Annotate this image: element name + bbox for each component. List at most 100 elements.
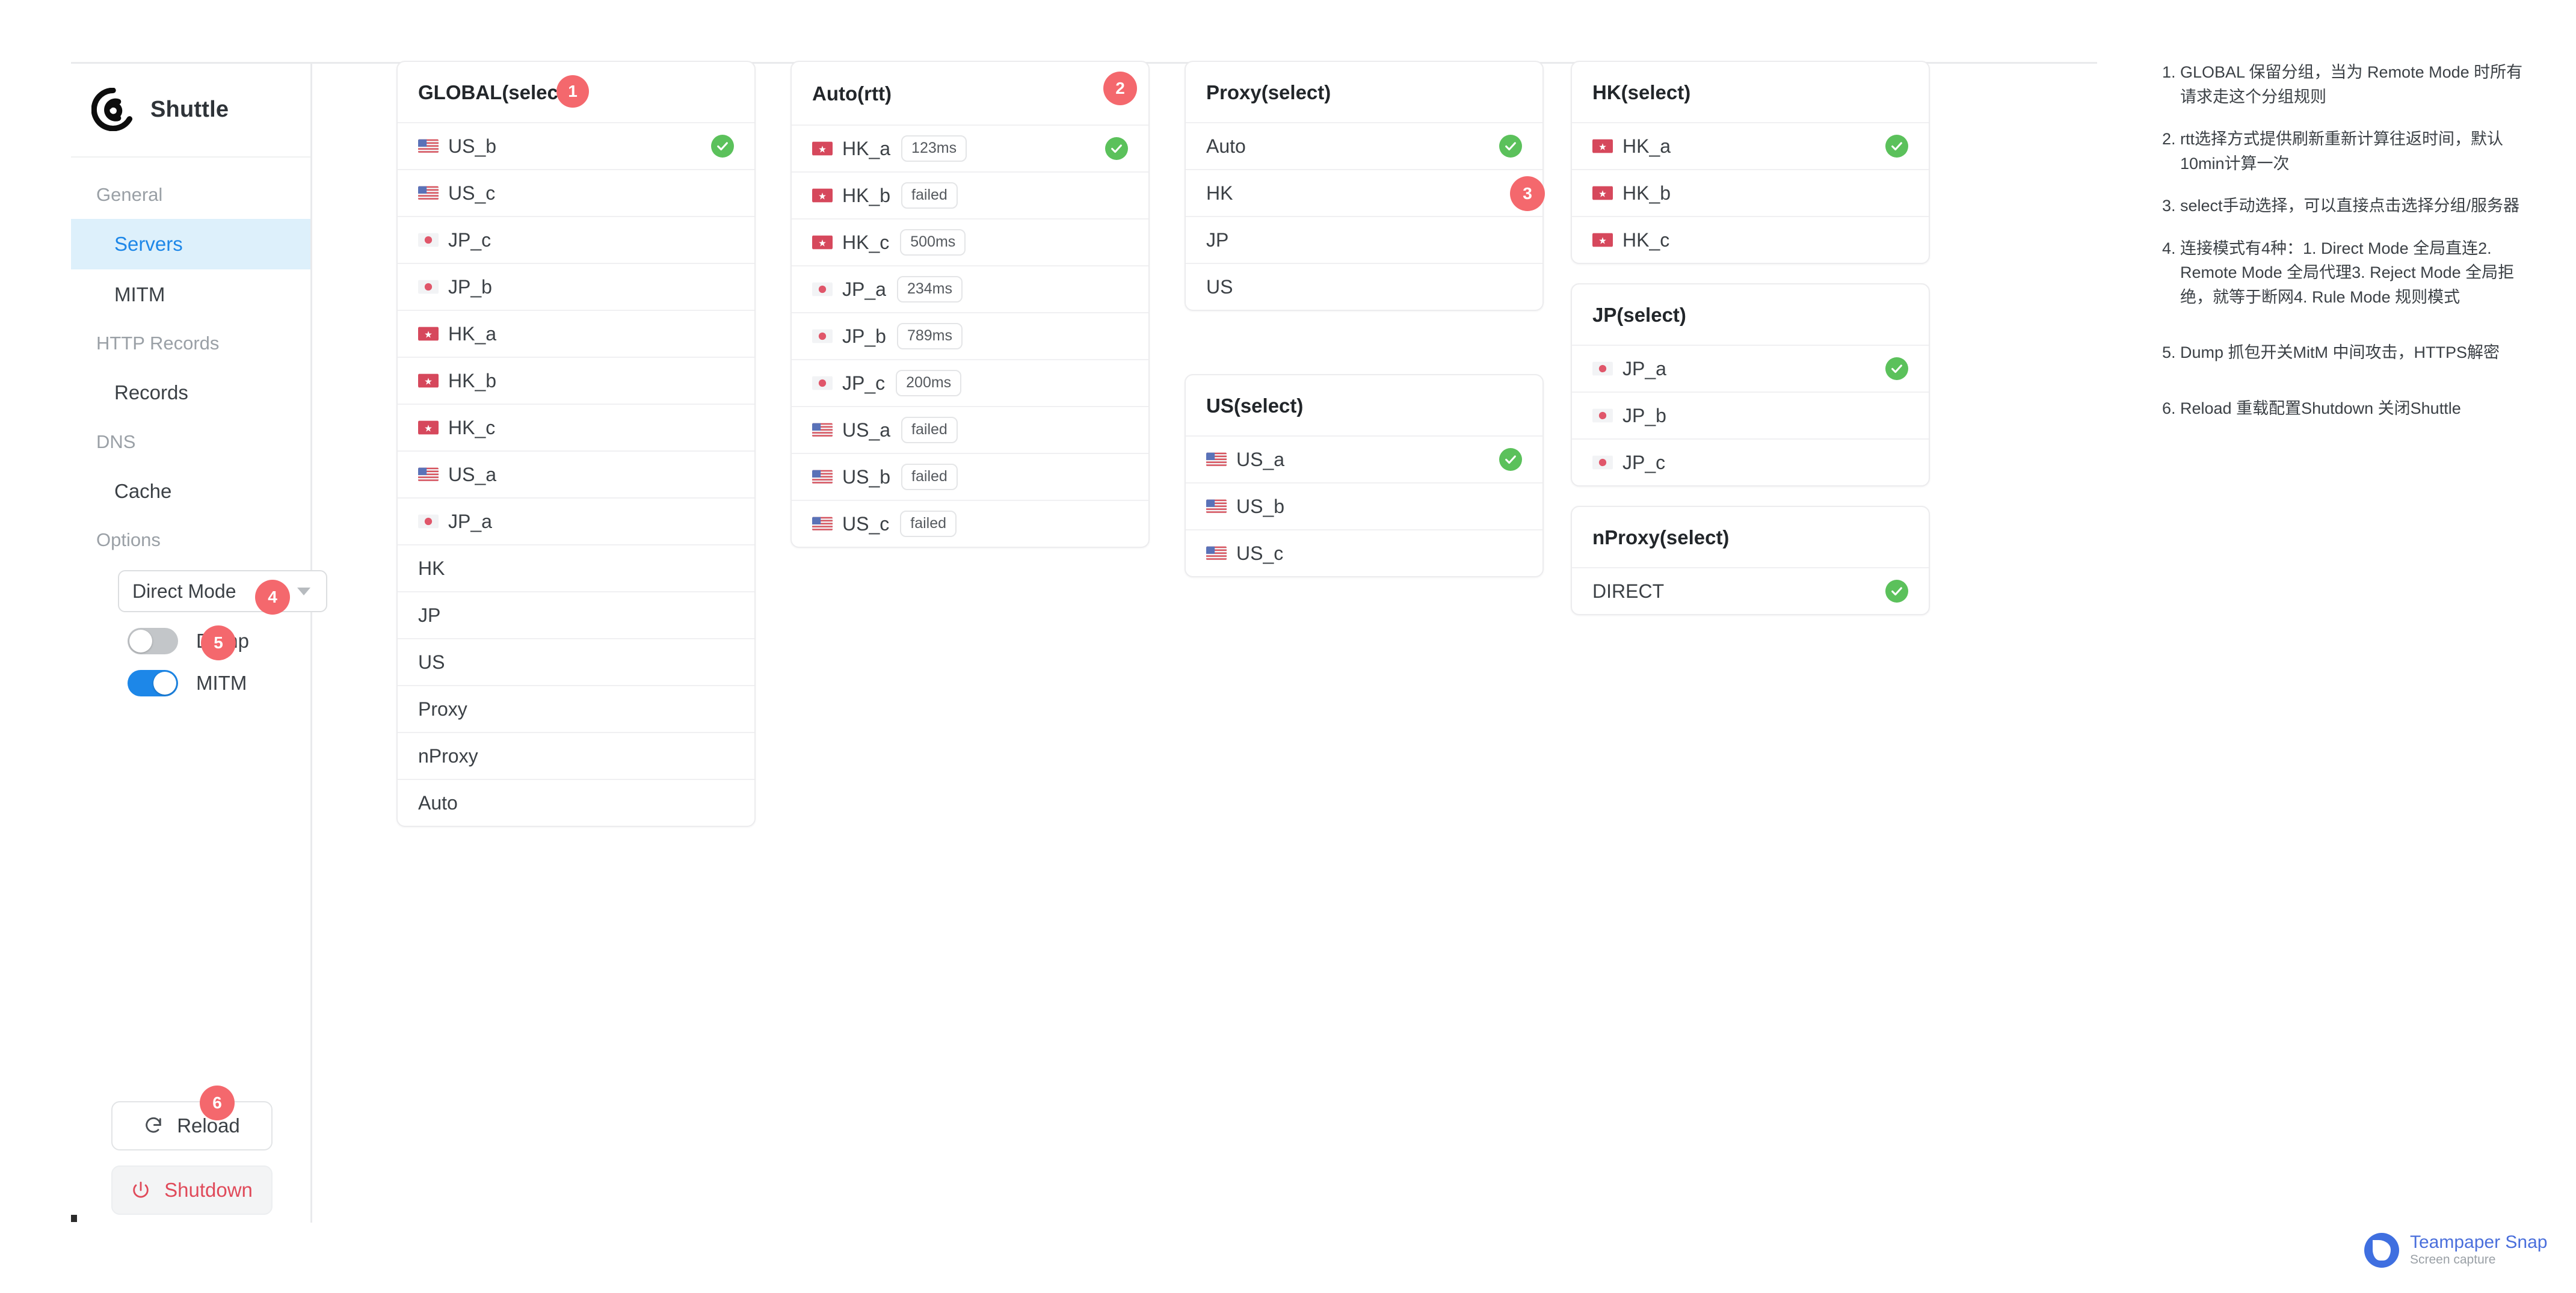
reload-button[interactable]: Reload: [111, 1101, 273, 1150]
latency-badge: failed: [901, 182, 958, 209]
sidebar-nav: General Servers MITM HTTP Records Record…: [71, 158, 310, 696]
teampaper-logo-icon: [2364, 1233, 2399, 1268]
power-icon: [131, 1180, 151, 1200]
card-nproxy-rows: DIRECT: [1572, 567, 1929, 614]
flag-jp-icon: [1592, 455, 1613, 470]
server-row[interactable]: HK_b: [1572, 169, 1929, 216]
server-row[interactable]: HK_c: [1572, 216, 1929, 263]
server-row-label: HK_c: [842, 232, 889, 254]
server-row[interactable]: US_bfailed: [792, 453, 1148, 500]
brand-header: Shuttle: [71, 64, 310, 158]
card-auto-title-bar: Auto(rtt) 2: [792, 62, 1148, 124]
card-jp-rows: JP_aJP_b JP_c: [1572, 345, 1929, 485]
flag-hk-icon: [418, 373, 439, 388]
server-row[interactable]: US_a: [398, 450, 754, 497]
sidebar-item-servers[interactable]: Servers: [71, 219, 310, 269]
server-row-label: nProxy: [418, 745, 478, 767]
sidebar-item-cache[interactable]: Cache: [71, 466, 310, 517]
note-item-1: GLOBAL 保留分组，当为 Remote Mode 时所有请求走这个分组规则: [2180, 60, 2527, 109]
shutdown-button[interactable]: Shutdown: [111, 1166, 273, 1215]
selected-check-icon: [1885, 135, 1908, 158]
server-row[interactable]: US_cfailed: [792, 500, 1148, 547]
latency-badge: 500ms: [900, 229, 966, 256]
flag-us-icon: [812, 517, 833, 531]
server-row-label: JP_c: [1622, 452, 1665, 474]
server-row[interactable]: HK_c: [398, 404, 754, 450]
flag-hk-icon: [1592, 233, 1613, 247]
shutdown-button-label: Shutdown: [164, 1179, 253, 1202]
card-global-rows: US_b US_c JP_c JP_bHK_a HK_b HK_cUS_a JP_a HKJP…: [398, 122, 754, 826]
refresh-icon: [143, 1116, 164, 1136]
server-row[interactable]: HK_a123ms: [792, 124, 1148, 171]
sidebar-item-records[interactable]: Records: [71, 367, 310, 418]
card-global-title: GLOBAL(select): [418, 81, 572, 104]
selected-check-icon: [1105, 137, 1128, 160]
annotation-notes: GLOBAL 保留分组，当为 Remote Mode 时所有请求走这个分组规则 …: [2154, 60, 2527, 438]
flag-us-icon: [418, 467, 439, 482]
nav-section-general: General: [71, 171, 310, 219]
server-row[interactable]: HK: [398, 544, 754, 591]
latency-badge: failed: [901, 417, 958, 443]
server-row[interactable]: HK_bfailed: [792, 171, 1148, 218]
server-row-label: US_a: [1236, 449, 1284, 471]
server-row[interactable]: HK_b: [398, 357, 754, 404]
mitm-toggle[interactable]: [128, 670, 178, 696]
server-row-label: JP_c: [448, 229, 491, 251]
server-row-label: US_b: [1236, 496, 1284, 518]
note-item-4: 连接模式有4种：1. Direct Mode 全局直连2. Remote Mod…: [2180, 236, 2527, 310]
flag-jp-icon: [1592, 361, 1613, 376]
selected-check-icon: [1885, 580, 1908, 603]
server-row-label: JP: [1206, 229, 1228, 251]
dump-toggle[interactable]: [128, 628, 178, 654]
annotation-badge-3: 3: [1510, 176, 1545, 211]
server-row[interactable]: JP_a: [398, 497, 754, 544]
watermark-title: Teampaper Snap: [2410, 1233, 2548, 1252]
server-row[interactable]: JP_b789ms: [792, 312, 1148, 359]
server-row[interactable]: HK 3: [1186, 169, 1542, 216]
server-groups-board: GLOBAL(select) 1 US_bUS_cJP_cJP_bHK_aHK_…: [312, 64, 2097, 1223]
flag-jp-icon: [418, 233, 439, 247]
connection-mode-select[interactable]: Direct Mode: [118, 570, 327, 612]
server-row[interactable]: US_c: [1186, 529, 1542, 576]
server-row-label: HK: [1206, 182, 1233, 204]
flag-jp-icon: [812, 282, 833, 296]
server-row[interactable]: JP: [1186, 216, 1542, 263]
server-row[interactable]: HK_a: [1572, 122, 1929, 169]
server-row[interactable]: nProxy: [398, 732, 754, 779]
server-row[interactable]: Auto: [398, 779, 754, 826]
server-row[interactable]: US: [398, 638, 754, 685]
server-row[interactable]: JP_c200ms: [792, 359, 1148, 406]
server-row[interactable]: US_a: [1186, 435, 1542, 482]
server-row[interactable]: JP_c: [398, 216, 754, 263]
flag-hk-icon: [418, 420, 439, 435]
latency-badge: 200ms: [896, 370, 961, 396]
server-row[interactable]: JP: [398, 591, 754, 638]
server-row-label: HK_b: [448, 370, 496, 392]
sidebar-item-mitm[interactable]: MITM: [71, 269, 310, 320]
server-row[interactable]: US_b: [398, 122, 754, 169]
annotation-badge-2: 2: [1103, 72, 1137, 105]
server-row-label: JP_a: [448, 511, 492, 533]
server-row[interactable]: JP_a: [1572, 345, 1929, 392]
stray-artifact: [71, 1215, 77, 1222]
card-global-select: GLOBAL(select) 1 US_bUS_cJP_cJP_bHK_aHK_…: [396, 61, 756, 827]
server-row[interactable]: JP_a234ms: [792, 265, 1148, 312]
server-row-label: US_c: [1236, 542, 1283, 565]
server-row[interactable]: JP_c: [1572, 438, 1929, 485]
card-proxy-rows: Auto HK 3 JP US: [1186, 122, 1542, 310]
card-us-select: US(select) US_aUS_bUS_c: [1185, 374, 1544, 577]
server-row[interactable]: DIRECT: [1572, 567, 1929, 614]
server-row[interactable]: US_c: [398, 169, 754, 216]
server-row-label: US_b: [448, 135, 496, 158]
server-row[interactable]: US_afailed: [792, 406, 1148, 453]
server-row[interactable]: US: [1186, 263, 1542, 310]
server-row[interactable]: JP_b: [1572, 392, 1929, 438]
server-row-label: US_b: [842, 466, 890, 488]
server-row[interactable]: HK_a: [398, 310, 754, 357]
server-row[interactable]: US_b: [1186, 482, 1542, 529]
server-row[interactable]: Proxy: [398, 685, 754, 732]
server-row[interactable]: JP_b: [398, 263, 754, 310]
flag-us-icon: [418, 186, 439, 200]
server-row[interactable]: Auto: [1186, 122, 1542, 169]
server-row[interactable]: HK_c 500ms: [792, 218, 1148, 265]
